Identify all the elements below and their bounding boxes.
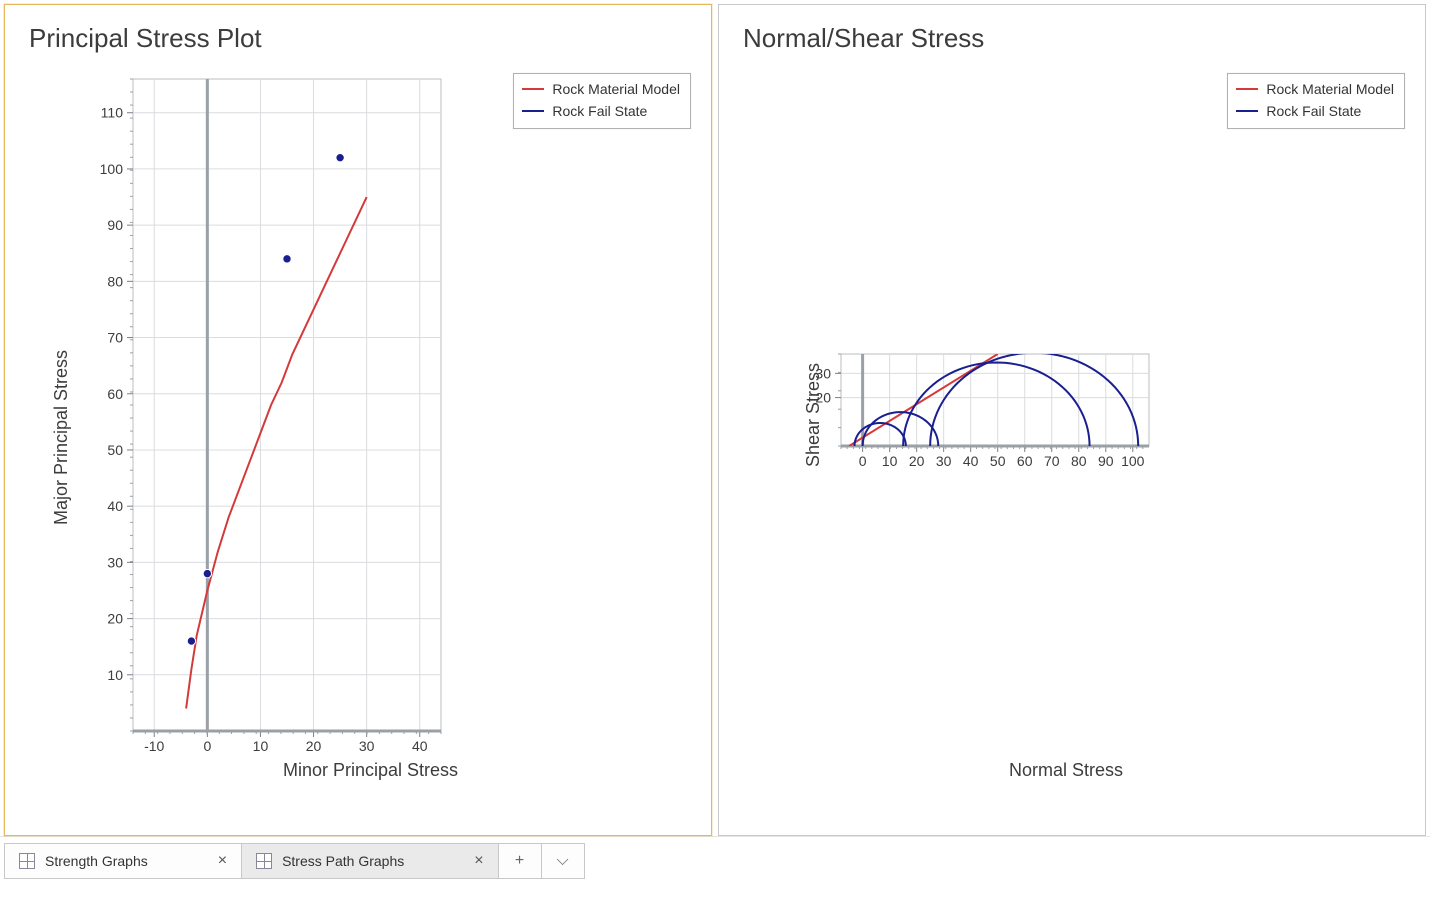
y-axis-label: Major Principal Stress	[51, 350, 72, 525]
x-axis-label: Normal Stress	[1009, 760, 1123, 781]
svg-text:30: 30	[936, 453, 952, 469]
legend[interactable]: Rock Material Model Rock Fail State	[1227, 73, 1405, 129]
svg-text:0: 0	[203, 738, 211, 754]
svg-text:70: 70	[1044, 453, 1060, 469]
legend-entry-fail[interactable]: Rock Fail State	[522, 100, 680, 122]
legend-label: Rock Fail State	[1266, 100, 1361, 122]
tab-menu-button[interactable]: ⌵	[541, 843, 585, 879]
grid-icon	[19, 853, 35, 869]
legend-label: Rock Fail State	[552, 100, 647, 122]
close-icon[interactable]: ×	[474, 853, 483, 869]
svg-text:20: 20	[909, 453, 925, 469]
svg-text:0: 0	[859, 453, 867, 469]
normal-shear-chart[interactable]: 0 10 20 30 40 50 60 70 80 90 100 20 30	[813, 350, 1153, 470]
svg-text:110: 110	[101, 105, 124, 121]
svg-text:50: 50	[990, 453, 1006, 469]
tab-label: Stress Path Graphs	[282, 853, 404, 869]
svg-text:50: 50	[107, 442, 123, 458]
svg-text:90: 90	[107, 217, 123, 233]
legend-entry-model[interactable]: Rock Material Model	[1236, 78, 1394, 100]
tab-bar: Strength Graphs × Stress Path Graphs × +…	[0, 836, 1430, 881]
panel-normal-shear[interactable]: Normal/Shear Stress Rock Material Model …	[718, 4, 1426, 836]
legend-label: Rock Material Model	[552, 78, 680, 100]
add-tab-button[interactable]: +	[498, 843, 542, 879]
svg-text:100: 100	[1121, 453, 1145, 469]
svg-text:80: 80	[107, 273, 123, 289]
legend-line-icon	[1236, 110, 1258, 112]
svg-text:10: 10	[107, 667, 123, 683]
panel-principal-stress[interactable]: Principal Stress Plot Rock Material Mode…	[4, 4, 712, 836]
legend-line-icon	[522, 88, 544, 90]
tab-stress-path-graphs[interactable]: Stress Path Graphs ×	[241, 843, 499, 879]
legend-entry-fail[interactable]: Rock Fail State	[1236, 100, 1394, 122]
grid-icon	[256, 853, 272, 869]
svg-text:80: 80	[1071, 453, 1087, 469]
svg-text:10: 10	[253, 738, 269, 754]
svg-text:30: 30	[815, 365, 831, 381]
legend-line-icon	[1236, 88, 1258, 90]
svg-text:60: 60	[107, 386, 123, 402]
principal-stress-chart[interactable]: -10 0 10 20 30 40 10 20 30 40 50 60 70 80 90 100 110	[85, 75, 445, 765]
chevron-down-icon: ⌵	[557, 852, 569, 870]
chart-panels: Principal Stress Plot Rock Material Mode…	[0, 0, 1430, 836]
svg-text:40: 40	[107, 498, 123, 514]
workspace: Principal Stress Plot Rock Material Mode…	[0, 0, 1430, 912]
tab-strength-graphs[interactable]: Strength Graphs ×	[4, 843, 242, 879]
svg-text:30: 30	[359, 738, 375, 754]
svg-text:20: 20	[815, 390, 831, 406]
svg-text:30: 30	[107, 554, 123, 570]
svg-text:20: 20	[306, 738, 322, 754]
tab-label: Strength Graphs	[45, 853, 148, 869]
svg-text:40: 40	[963, 453, 979, 469]
svg-text:40: 40	[412, 738, 428, 754]
svg-text:20: 20	[107, 611, 123, 627]
svg-text:100: 100	[100, 161, 124, 177]
legend-entry-model[interactable]: Rock Material Model	[522, 78, 680, 100]
svg-text:60: 60	[1017, 453, 1033, 469]
panel-title: Principal Stress Plot	[29, 23, 691, 54]
legend-line-icon	[522, 110, 544, 112]
close-icon[interactable]: ×	[218, 853, 227, 869]
plus-icon: +	[515, 852, 524, 870]
legend-label: Rock Material Model	[1266, 78, 1394, 100]
panel-title: Normal/Shear Stress	[743, 23, 1405, 54]
svg-text:-10: -10	[144, 738, 164, 754]
svg-text:70: 70	[107, 330, 123, 346]
svg-text:90: 90	[1098, 453, 1114, 469]
svg-text:10: 10	[882, 453, 898, 469]
legend[interactable]: Rock Material Model Rock Fail State	[513, 73, 691, 129]
